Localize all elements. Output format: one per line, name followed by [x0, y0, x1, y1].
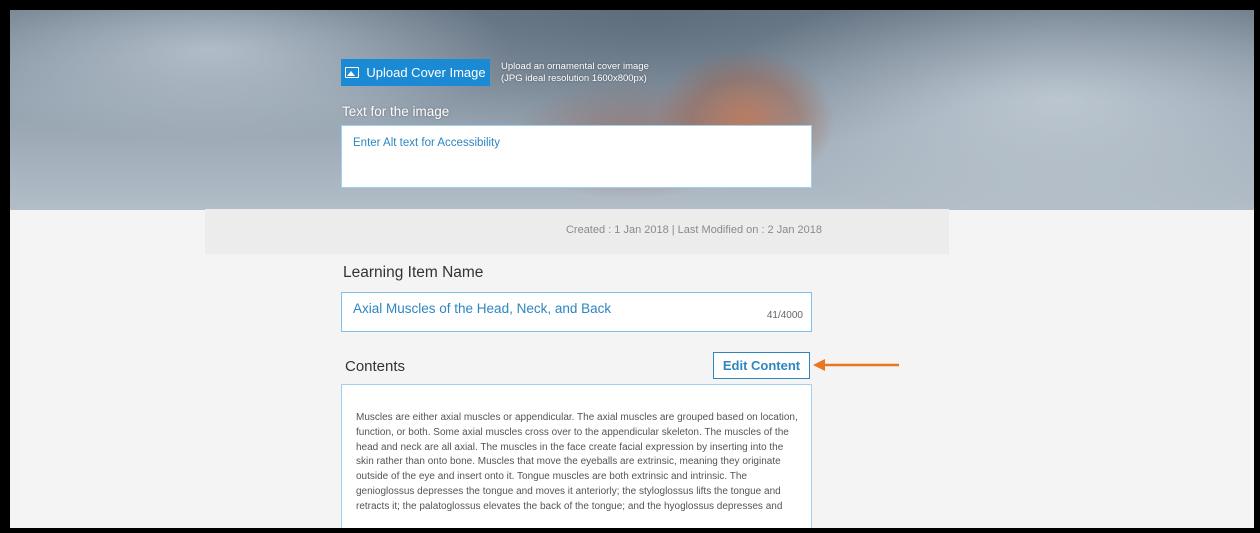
learning-item-name-value: Axial Muscles of the Head, Neck, and Bac… [353, 301, 612, 316]
upload-hint-line1: Upload an ornamental cover image [501, 61, 649, 72]
learning-item-name-label: Learning Item Name [343, 264, 484, 281]
app-window: Upload Cover Image Upload an ornamental … [10, 10, 1254, 528]
contents-label: Contents [345, 358, 406, 375]
metadata-bar: Created : 1 Jan 2018 | Last Modified on … [205, 209, 949, 254]
alt-text-label: Text for the image [342, 104, 450, 119]
character-count: 41/4000 [766, 310, 803, 321]
created-modified-text: Created : 1 Jan 2018 | Last Modified on … [565, 224, 822, 236]
upload-cover-image-button[interactable]: Upload Cover Image [341, 59, 490, 86]
contents-preview[interactable]: Muscles are either axial muscles or appe… [341, 384, 812, 528]
upload-hint: Upload an ornamental cover image (JPG id… [501, 61, 701, 85]
contents-body-text: Muscles are either axial muscles or appe… [356, 412, 798, 512]
arrow-left-icon [813, 359, 899, 371]
alt-text-input[interactable]: Enter Alt text for Accessibility [341, 125, 812, 188]
learning-item-name-input[interactable]: Axial Muscles of the Head, Neck, and Bac… [341, 292, 812, 332]
image-icon [345, 67, 360, 78]
edit-content-button[interactable]: Edit Content [713, 352, 810, 379]
upload-hint-line2: (JPG ideal resolution 1600x800px) [501, 73, 647, 84]
upload-button-label: Upload Cover Image [366, 65, 486, 80]
cover-image-hero: Upload Cover Image Upload an ornamental … [10, 10, 1254, 210]
